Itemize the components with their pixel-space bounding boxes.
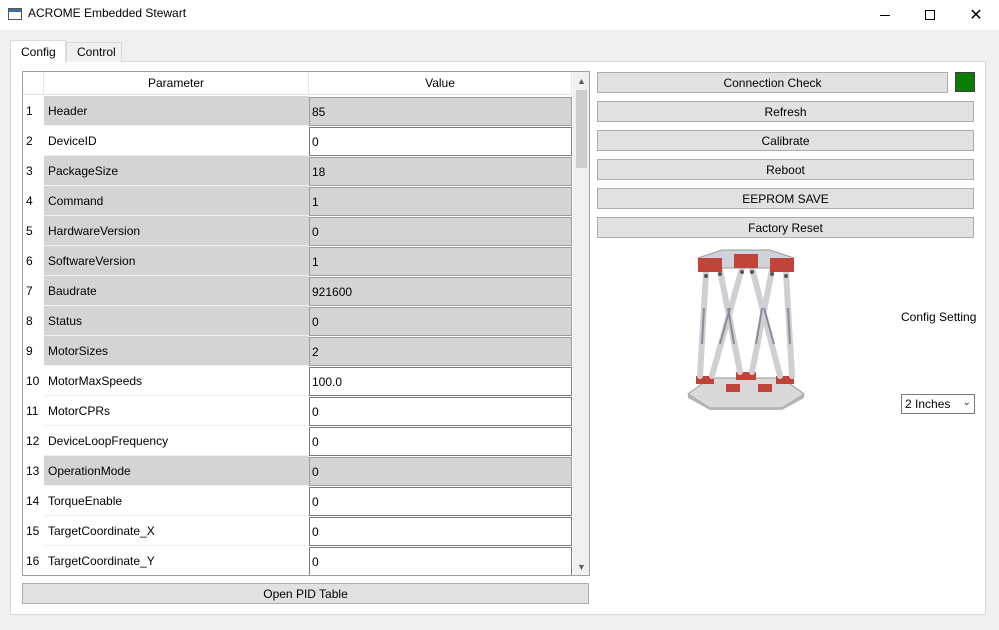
parameter-cell[interactable]: MotorMaxSpeeds — [44, 366, 309, 396]
row-number[interactable]: 11 — [23, 396, 44, 426]
row-number[interactable]: 3 — [23, 156, 44, 186]
parameter-cell[interactable]: Status — [44, 306, 309, 336]
table-row: 6 SoftwareVersion 1 — [23, 246, 572, 276]
value-cell[interactable]: 18 — [309, 157, 572, 186]
refresh-button[interactable]: Refresh — [597, 101, 974, 122]
value-cell[interactable]: 1 — [309, 247, 572, 276]
stewart-platform-image — [687, 249, 805, 410]
table-row: 2 DeviceID 0 — [23, 126, 572, 156]
row-number[interactable]: 12 — [23, 426, 44, 456]
value-cell[interactable]: 0 — [309, 397, 572, 426]
table-row: 5 HardwareVersion 0 — [23, 216, 572, 246]
row-number[interactable]: 6 — [23, 246, 44, 276]
value-cell[interactable]: 100.0 — [309, 367, 572, 396]
open-pid-table-button[interactable]: Open PID Table — [22, 583, 589, 604]
parameter-cell[interactable]: TargetCoordinate_X — [44, 516, 309, 546]
row-number[interactable]: 7 — [23, 276, 44, 306]
value-cell[interactable]: 1 — [309, 187, 572, 216]
value-cell[interactable]: 0 — [309, 547, 572, 575]
close-button[interactable]: ✕ — [953, 0, 999, 30]
scrollbar-thumb[interactable] — [576, 90, 587, 168]
value-cell[interactable]: 85 — [309, 97, 572, 126]
parameter-cell[interactable]: HardwareVersion — [44, 216, 309, 246]
maximize-button[interactable] — [907, 0, 953, 30]
factory-reset-button[interactable]: Factory Reset — [597, 217, 974, 238]
scroll-down-icon[interactable]: ▼ — [573, 558, 589, 575]
parameter-cell[interactable]: DeviceLoopFrequency — [44, 426, 309, 456]
value-cell[interactable]: 0 — [309, 517, 572, 546]
parameter-cell[interactable]: Command — [44, 186, 309, 216]
row-number[interactable]: 2 — [23, 126, 44, 156]
row-number[interactable]: 14 — [23, 486, 44, 516]
row-number[interactable]: 10 — [23, 366, 44, 396]
table-row: 13 OperationMode 0 — [23, 456, 572, 486]
calibrate-button[interactable]: Calibrate — [597, 130, 974, 151]
table-row: 4 Command 1 — [23, 186, 572, 216]
row-number[interactable]: 15 — [23, 516, 44, 546]
window-title: ACROME Embedded Stewart — [28, 6, 187, 20]
value-cell[interactable]: 0 — [309, 487, 572, 516]
parameter-cell[interactable]: Header — [44, 96, 309, 126]
minimize-icon — [880, 14, 890, 16]
scroll-up-icon[interactable]: ▲ — [573, 72, 589, 89]
value-cell[interactable]: 0 — [309, 307, 572, 336]
table-row: 3 PackageSize 18 — [23, 156, 572, 186]
minimize-button[interactable] — [862, 0, 908, 30]
table-scrollbar[interactable]: ▲ ▼ — [573, 72, 589, 575]
column-header-value[interactable]: Value — [309, 72, 572, 95]
table-row: 12 DeviceLoopFrequency 0 — [23, 426, 572, 456]
parameter-cell[interactable]: SoftwareVersion — [44, 246, 309, 276]
value-cell[interactable]: 2 — [309, 337, 572, 366]
table-row: 7 Baudrate 921600 — [23, 276, 572, 306]
close-icon: ✕ — [969, 5, 983, 24]
parameter-cell[interactable]: MotorSizes — [44, 336, 309, 366]
config-setting-label: Config Setting — [901, 310, 977, 324]
parameter-cell[interactable]: OperationMode — [44, 456, 309, 486]
table-row: 14 TorqueEnable 0 — [23, 486, 572, 516]
table-row: 1 Header 85 — [23, 96, 572, 126]
value-cell[interactable]: 0 — [309, 427, 572, 456]
parameter-table: Parameter Value 1 Header 85 2 DeviceID 0 3 Pack… — [22, 71, 590, 576]
app-icon — [8, 8, 22, 20]
parameter-cell[interactable]: PackageSize — [44, 156, 309, 186]
table-row: 11 MotorCPRs 0 — [23, 396, 572, 426]
value-cell[interactable]: 0 — [309, 127, 572, 156]
row-number[interactable]: 13 — [23, 456, 44, 486]
parameter-cell[interactable]: MotorCPRs — [44, 396, 309, 426]
eeprom-save-button[interactable]: EEPROM SAVE — [597, 188, 974, 209]
row-number[interactable]: 5 — [23, 216, 44, 246]
title-bar: ACROME Embedded Stewart ✕ — [0, 0, 999, 30]
column-header-parameter[interactable]: Parameter — [44, 72, 309, 95]
parameter-cell[interactable]: DeviceID — [44, 126, 309, 156]
parameter-cell[interactable]: TargetCoordinate_Y — [44, 546, 309, 575]
value-cell[interactable]: 921600 — [309, 277, 572, 306]
value-cell[interactable]: 0 — [309, 457, 572, 486]
row-number[interactable]: 1 — [23, 96, 44, 126]
table-row: 10 MotorMaxSpeeds 100.0 — [23, 366, 572, 396]
tab-config[interactable]: Config — [10, 40, 66, 63]
table-header: Parameter Value — [23, 72, 572, 95]
row-number[interactable]: 8 — [23, 306, 44, 336]
maximize-icon — [925, 10, 935, 20]
parameter-cell[interactable]: Baudrate — [44, 276, 309, 306]
row-number[interactable]: 4 — [23, 186, 44, 216]
parameter-cell[interactable]: TorqueEnable — [44, 486, 309, 516]
row-number[interactable]: 9 — [23, 336, 44, 366]
connection-check-button[interactable]: Connection Check — [597, 72, 948, 93]
config-size-select[interactable]: 2 Inches ⌄ — [901, 394, 975, 414]
table-row: 9 MotorSizes 2 — [23, 336, 572, 366]
table-row: 8 Status 0 — [23, 306, 572, 336]
row-number[interactable]: 16 — [23, 546, 44, 575]
table-row: 16 TargetCoordinate_Y 0 — [23, 546, 572, 575]
reboot-button[interactable]: Reboot — [597, 159, 974, 180]
value-cell[interactable]: 0 — [309, 217, 572, 246]
table-corner — [23, 72, 44, 95]
config-size-value: 2 Inches — [905, 397, 951, 411]
connection-status-indicator — [955, 72, 975, 92]
table-row: 15 TargetCoordinate_X 0 — [23, 516, 572, 546]
tab-control[interactable]: Control — [66, 42, 122, 62]
chevron-down-icon: ⌄ — [962, 397, 971, 408]
